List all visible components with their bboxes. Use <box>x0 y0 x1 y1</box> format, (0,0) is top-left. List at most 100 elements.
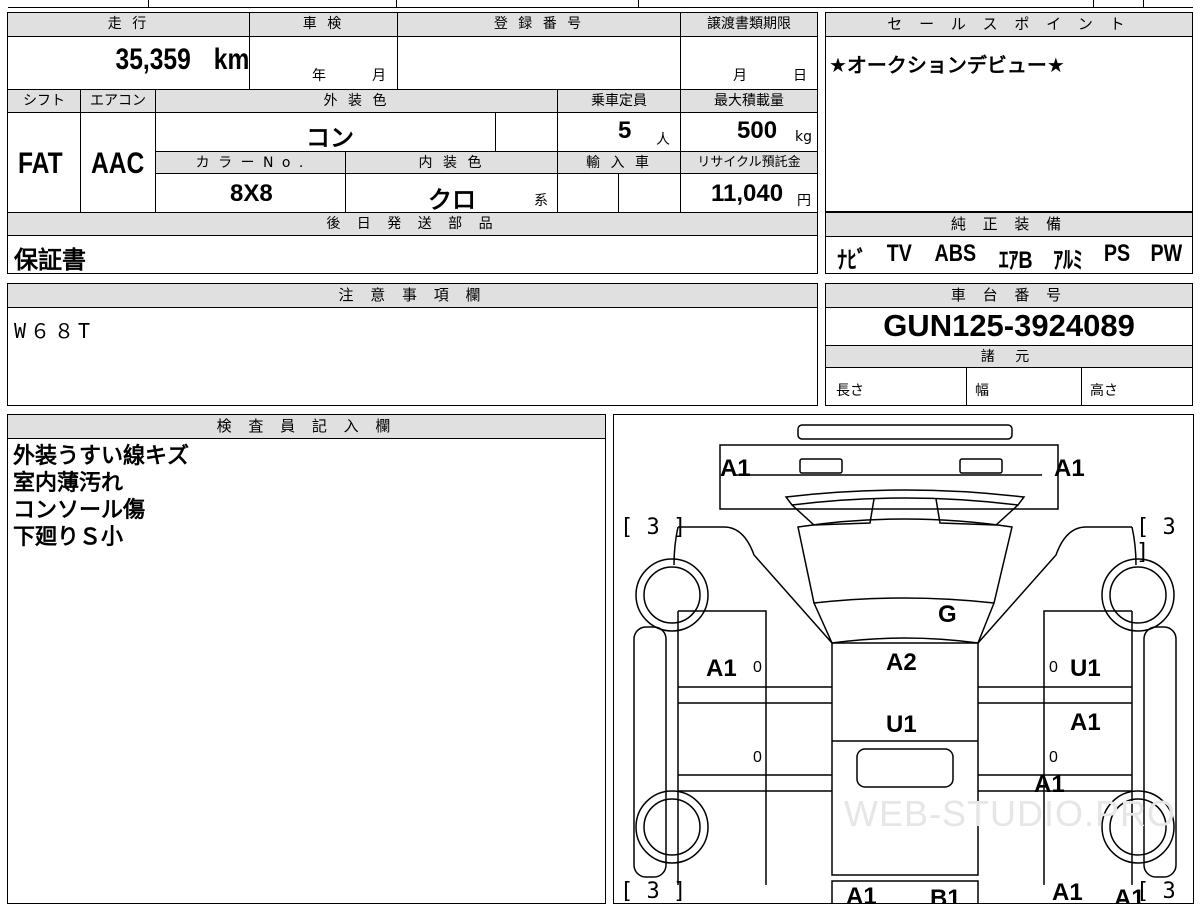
inspector-line: 外装うすい線キズ <box>13 444 190 469</box>
aircon-cell: AAC <box>80 113 155 212</box>
equipment-item: ﾅﾋﾞ <box>837 247 867 274</box>
transfer-deadline-label: 譲渡書類期限 <box>680 13 817 37</box>
mileage-value: 35,359 <box>115 43 191 76</box>
damage-mark: A1 <box>1070 709 1101 736</box>
capacity-cell: 5 人 <box>557 113 680 151</box>
equipment-item: ｴｱB <box>998 247 1033 274</box>
notes-box: 注 意 事 項 欄 W６８T <box>7 283 818 406</box>
tire-bracket: [ 3 ] <box>620 515 687 540</box>
damage-mark: A1 <box>706 655 737 682</box>
tire-bracket: [ 3 ] <box>1136 515 1176 565</box>
shift-value: FAT <box>18 147 63 180</box>
registration-label: 登 録 番 号 <box>397 13 680 37</box>
sales-point-box: セ ー ル ス ポ イ ン ト ★オークションデビュー★ <box>825 12 1193 212</box>
zero-mark: 0 <box>753 659 762 676</box>
color-no-value: 8X8 <box>230 180 273 207</box>
zero-mark: 0 <box>1049 749 1058 766</box>
max-load-unit: kg <box>795 129 812 145</box>
mileage-unit: km <box>213 43 249 76</box>
equipment-item: TV <box>887 240 913 267</box>
equipment-item: ABS <box>934 240 976 267</box>
width-cell: 幅 <box>966 368 1081 405</box>
inspector-line: 下廻りＳ小 <box>13 525 124 550</box>
import-cell-a <box>557 174 618 212</box>
transfer-day: 日 <box>793 68 807 84</box>
damage-mark: U1 <box>886 711 917 738</box>
sales-point-value: ★オークションデビュー★ <box>829 53 1065 77</box>
equipment-item: PS <box>1103 240 1131 267</box>
mileage-cell: 35,359 km <box>8 37 249 89</box>
inspection-year: 年 <box>312 68 326 84</box>
damage-mark: G <box>938 601 957 628</box>
spec-label: 諸 元 <box>826 345 1192 368</box>
damage-mark: A1 <box>1034 771 1065 798</box>
inspector-line: 室内薄汚れ <box>13 471 124 496</box>
inspector-box: 検 査 員 記 入 欄 外装うすい線キズ 室内薄汚れ コンソール傷 下廻りＳ小 <box>7 414 606 904</box>
inspection-label: 車 検 <box>249 13 397 37</box>
damage-mark: U1 <box>1070 655 1101 682</box>
zero-mark: 0 <box>753 749 762 766</box>
damage-mark: A2 <box>886 649 917 676</box>
shift-cell: FAT <box>8 113 80 212</box>
length-label: 長さ <box>836 383 864 399</box>
recycle-unit: 円 <box>797 193 811 209</box>
equipment-item: ｱﾙﾐ <box>1053 247 1084 274</box>
notes-value: W６８T <box>14 319 95 343</box>
genuine-equipment-box: 純 正 装 備 ﾅﾋﾞ TV ABS ｴｱB ｱﾙﾐ PS PW <box>825 212 1193 274</box>
damage-mark: A1 <box>1054 455 1085 482</box>
aircon-value: AAC <box>91 147 145 180</box>
max-load-label: 最大積載量 <box>680 89 817 113</box>
length-cell: 長さ <box>826 368 966 405</box>
max-load-cell: 500 kg <box>680 113 817 151</box>
exterior-color-value: コン <box>306 125 354 152</box>
aircon-label: エアコン <box>80 89 155 113</box>
capacity-value: 5 <box>618 117 632 144</box>
damage-mark: A1 <box>720 455 751 482</box>
equipment-item: PW <box>1150 240 1183 267</box>
genuine-equipment-label: 純 正 装 備 <box>826 213 1192 237</box>
interior-color-cell: クロ 系 <box>345 174 557 214</box>
width-label: 幅 <box>975 383 989 399</box>
chassis-label: 車 台 番 号 <box>826 284 1192 308</box>
import-label: 輸 入 車 <box>557 151 680 174</box>
inspection-month: 月 <box>372 68 386 84</box>
shipping-value: 保証書 <box>14 246 86 274</box>
height-label: 高さ <box>1090 383 1118 399</box>
exterior-color-extra-cell <box>495 113 557 151</box>
shipping-cell: 保証書 <box>8 236 817 274</box>
spec-block: 走 行 車 検 登 録 番 号 譲渡書類期限 35,359 km 年 月 月 日… <box>7 12 818 274</box>
damage-mark: A1 <box>846 883 877 904</box>
recycle-value: 11,040 <box>711 180 784 207</box>
damage-mark: A1 <box>1052 879 1083 904</box>
interior-color-suffix: 系 <box>534 193 548 209</box>
tire-bracket: [ 3 ] <box>1136 879 1176 904</box>
transfer-month: 月 <box>733 68 747 84</box>
interior-color-label: 内 装 色 <box>345 151 557 174</box>
inspector-label: 検 査 員 記 入 欄 <box>8 415 605 439</box>
inspector-lines: 外装うすい線キズ 室内薄汚れ コンソール傷 下廻りＳ小 <box>13 443 189 551</box>
chassis-value: GUN125-3924089 <box>883 308 1135 343</box>
car-diagram: WEB-STUDIO.PRO A1 A1 A1 G A2 U1 U1 A1 A1… <box>613 414 1194 904</box>
exterior-color-cell: コン <box>155 113 495 152</box>
registration-cell <box>397 37 680 89</box>
damage-mark: B1 <box>930 885 961 904</box>
color-no-label: カ ラ ー N o . <box>155 151 345 174</box>
shift-label: シフト <box>8 89 80 113</box>
recycle-label: リサイクル預託金 <box>680 151 817 174</box>
watermark: WEB-STUDIO.PRO <box>844 793 1177 834</box>
max-load-value: 500 <box>737 117 778 144</box>
transfer-cell: 月 日 <box>680 37 817 89</box>
top-cutoff-row <box>8 0 1193 8</box>
notes-label: 注 意 事 項 欄 <box>8 284 817 308</box>
capacity-label: 乗車定員 <box>557 89 680 113</box>
interior-color-value: クロ <box>428 187 476 214</box>
inspection-cell: 年 月 <box>249 37 397 89</box>
exterior-color-label: 外 装 色 <box>155 89 557 113</box>
height-cell: 高さ <box>1081 368 1192 405</box>
chassis-box: 車 台 番 号 GUN125-3924089 諸 元 長さ 幅 高さ <box>825 283 1193 406</box>
color-no-cell: 8X8 <box>155 174 345 212</box>
import-cell-b <box>618 174 680 212</box>
shipping-label: 後 日 発 送 部 品 <box>8 212 817 236</box>
inspector-line: コンソール傷 <box>13 498 146 523</box>
tire-bracket: [ 3 ] <box>620 879 687 904</box>
